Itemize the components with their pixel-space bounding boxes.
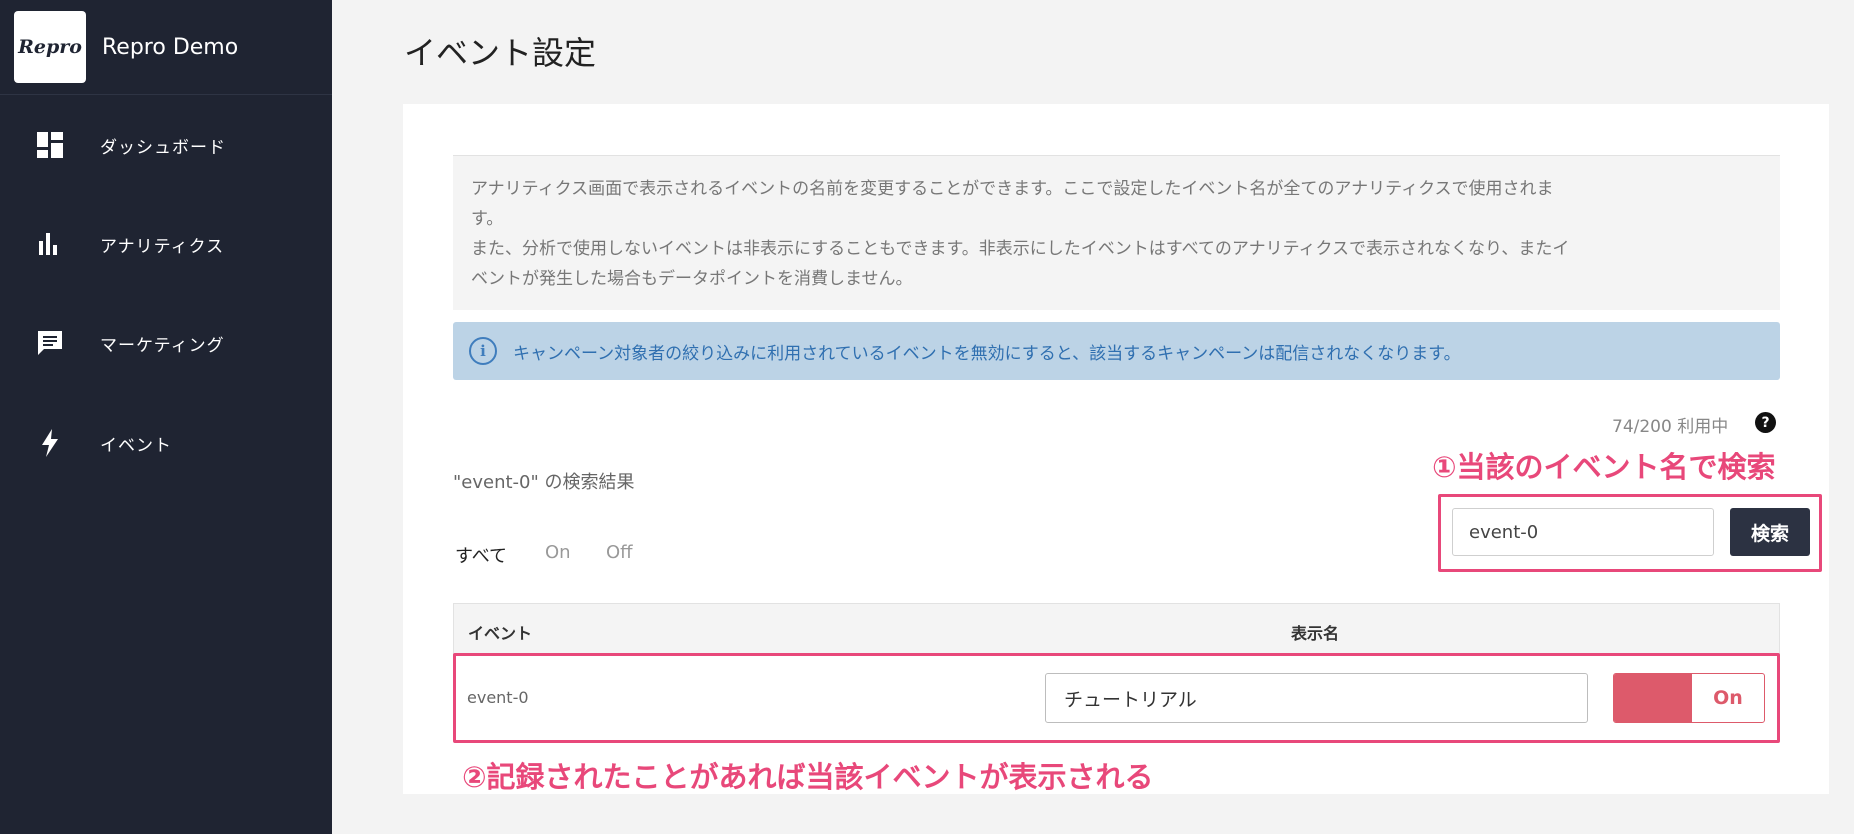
display-name-input[interactable]: [1045, 673, 1588, 723]
sidebar-item-label: イベント: [100, 435, 172, 456]
sidebar-item-analytics[interactable]: アナリティクス: [0, 214, 332, 274]
bar-chart-icon: [36, 230, 64, 258]
column-header-event: イベント: [468, 624, 533, 643]
toggle-fill: [1614, 674, 1691, 722]
search-result-label: "event-0" の検索結果: [453, 472, 635, 493]
tab-off[interactable]: Off: [606, 542, 633, 563]
chat-icon: [36, 329, 64, 357]
info-icon: i: [469, 337, 497, 365]
tab-on[interactable]: On: [545, 542, 571, 563]
annotation-search: ①当該のイベント名で検索: [1432, 450, 1776, 484]
description-line: アナリティクス画面で表示されるイベントの名前を変更することができます。ここで設定…: [471, 179, 1554, 199]
help-icon[interactable]: ?: [1755, 412, 1776, 433]
repro-logo[interactable]: Repro: [14, 11, 86, 83]
info-banner: i キャンペーン対象者の絞り込みに利用されているイベントを無効にすると、該当する…: [453, 322, 1780, 380]
sidebar-item-events[interactable]: イベント: [0, 413, 332, 473]
annotation-result: ②記録されたことがあれば当該イベントが表示される: [462, 760, 1154, 794]
lightning-icon: [36, 429, 64, 457]
page-title: イベント設定: [404, 34, 597, 72]
event-toggle[interactable]: On: [1613, 673, 1765, 723]
tab-all[interactable]: すべて: [455, 542, 507, 568]
sidebar-item-label: ダッシュボード: [100, 137, 226, 158]
brand-header: Repro Repro Demo: [0, 0, 332, 95]
description-line: ベントが発生した場合もデータポイントを消費しません。: [471, 269, 913, 289]
info-banner-text: キャンペーン対象者の絞り込みに利用されているイベントを無効にすると、該当するキャ…: [513, 343, 1461, 364]
sidebar-item-marketing[interactable]: マーケティング: [0, 313, 332, 373]
app-name: Repro Demo: [102, 34, 239, 60]
search-button[interactable]: 検索: [1730, 508, 1810, 556]
dashboard-icon: [36, 131, 64, 159]
toggle-label: On: [1691, 674, 1764, 722]
usage-count: 74/200 利用中: [1612, 417, 1729, 437]
description-box: アナリティクス画面で表示されるイベントの名前を変更することができます。ここで設定…: [453, 155, 1780, 310]
column-header-display-name: 表示名: [1291, 624, 1340, 643]
description-line: また、分析で使用しないイベントは非表示にすることもできます。非表示にしたイベント…: [471, 239, 1570, 259]
description-line: す。: [471, 209, 504, 229]
sidebar-item-label: アナリティクス: [100, 236, 225, 257]
sidebar-item-label: マーケティング: [100, 335, 225, 356]
event-name-cell: event-0: [467, 688, 529, 707]
sidebar-item-dashboard[interactable]: ダッシュボード: [0, 115, 332, 175]
table-header: イベント 表示名: [453, 603, 1780, 655]
search-input[interactable]: [1452, 508, 1714, 556]
sidebar: Repro Repro Demo ダッシュボード アナリティクス マーケティング…: [0, 0, 332, 834]
